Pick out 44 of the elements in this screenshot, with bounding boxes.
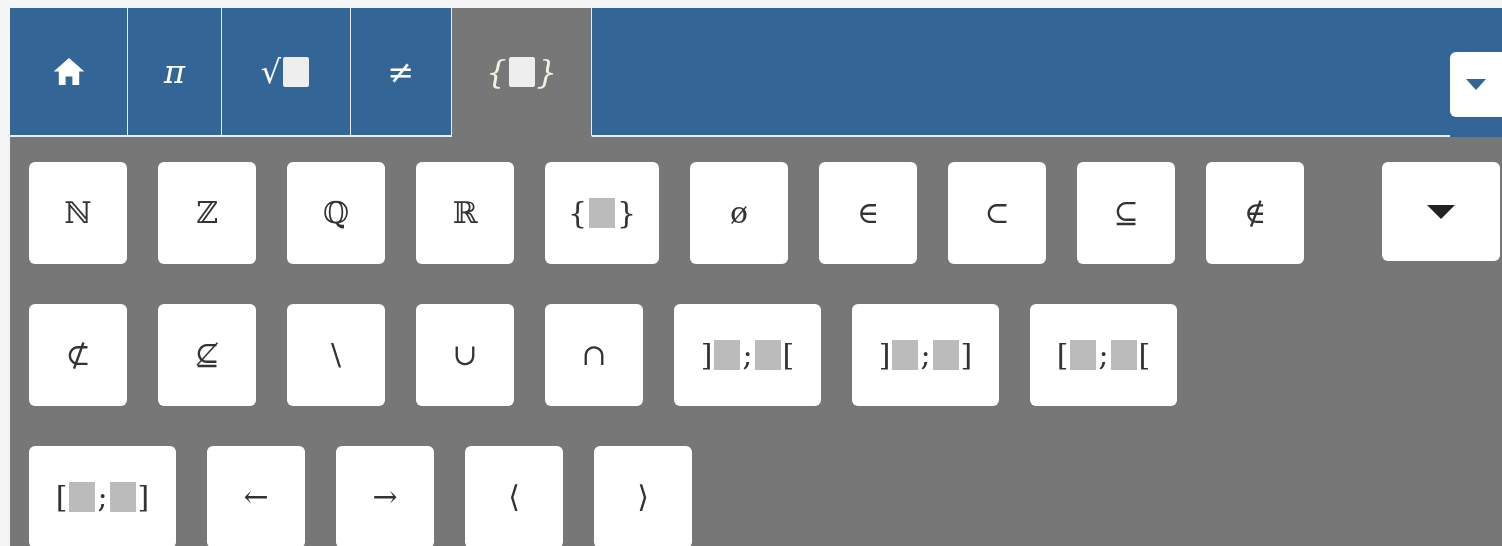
key[interactable]: ⊈ bbox=[158, 304, 256, 406]
key[interactable]: ⊂ bbox=[948, 162, 1046, 264]
key[interactable]: ℤ bbox=[158, 162, 256, 264]
key[interactable]: ℚ bbox=[287, 162, 385, 264]
key[interactable]: ∪ bbox=[416, 304, 514, 406]
placeholder-icon bbox=[69, 482, 96, 512]
tab[interactable]: π bbox=[128, 8, 222, 137]
key[interactable]: \ bbox=[287, 304, 385, 406]
key[interactable]: ⟨ bbox=[465, 446, 563, 546]
key[interactable]: ∉ bbox=[1206, 162, 1304, 264]
more-button[interactable] bbox=[1382, 162, 1500, 261]
placeholder-icon bbox=[283, 56, 310, 87]
placeholder-icon bbox=[508, 56, 535, 87]
placeholder-icon bbox=[1110, 340, 1137, 370]
placeholder-icon bbox=[754, 340, 781, 370]
key[interactable]: [ ; [ bbox=[1030, 304, 1177, 406]
key[interactable]: ø bbox=[690, 162, 788, 264]
placeholder-icon bbox=[892, 340, 919, 370]
placeholder-icon bbox=[714, 340, 741, 370]
caret-icon bbox=[1466, 79, 1486, 90]
tab[interactable]: √ bbox=[222, 8, 351, 137]
tab[interactable]: { } bbox=[452, 8, 592, 137]
placeholder-icon bbox=[1070, 340, 1097, 370]
key[interactable]: ] ; ] bbox=[852, 304, 999, 406]
key[interactable]: [ ; ] bbox=[29, 446, 176, 546]
placeholder-icon bbox=[589, 198, 615, 228]
tab[interactable]: ≠ bbox=[351, 8, 452, 137]
key[interactable]: { } bbox=[545, 162, 659, 264]
key[interactable]: ⊄ bbox=[29, 304, 127, 406]
key[interactable]: ] ; [ bbox=[674, 304, 821, 406]
home-tab[interactable] bbox=[10, 8, 128, 137]
home-icon bbox=[51, 56, 86, 87]
key[interactable]: ∈ bbox=[819, 162, 917, 264]
key[interactable]: ⟩ bbox=[594, 446, 692, 546]
key[interactable]: ← bbox=[207, 446, 305, 546]
caret-icon bbox=[1427, 204, 1455, 219]
placeholder-icon bbox=[109, 482, 136, 512]
key[interactable]: → bbox=[336, 446, 434, 546]
key[interactable]: ∩ bbox=[545, 304, 643, 406]
key[interactable]: ⊆ bbox=[1077, 162, 1175, 264]
placeholder-icon bbox=[932, 340, 959, 370]
key[interactable]: ℝ bbox=[416, 162, 514, 264]
dropdown-button[interactable] bbox=[1450, 52, 1502, 117]
key[interactable]: ℕ bbox=[29, 162, 127, 264]
